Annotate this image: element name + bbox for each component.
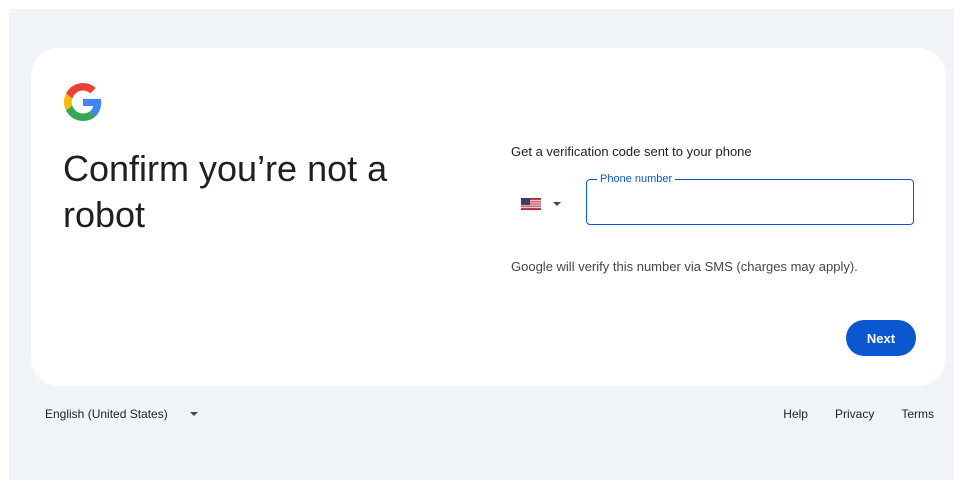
next-button[interactable]: Next bbox=[846, 320, 916, 356]
google-logo-icon bbox=[64, 83, 102, 121]
privacy-link[interactable]: Privacy bbox=[835, 407, 874, 421]
page-background: Confirm you’re not a robot Get a verific… bbox=[9, 9, 954, 480]
language-selector[interactable]: English (United States) bbox=[45, 407, 198, 421]
helper-text: Google will verify this number via SMS (… bbox=[511, 259, 858, 274]
footer-links: Help Privacy Terms bbox=[783, 407, 934, 421]
language-label: English (United States) bbox=[45, 407, 168, 421]
page-title: Confirm you’re not a robot bbox=[63, 148, 388, 235]
phone-number-input[interactable] bbox=[587, 180, 913, 224]
subtitle: Get a verification code sent to your pho… bbox=[511, 144, 752, 159]
phone-number-field[interactable]: Phone number bbox=[586, 172, 914, 225]
help-link[interactable]: Help bbox=[783, 407, 808, 421]
footer: English (United States) Help Privacy Ter… bbox=[9, 404, 954, 428]
signin-card: Confirm you’re not a robot Get a verific… bbox=[31, 48, 946, 386]
chevron-down-icon bbox=[553, 202, 561, 206]
us-flag-icon bbox=[521, 198, 541, 210]
country-selector[interactable] bbox=[521, 192, 577, 216]
chevron-down-icon bbox=[189, 412, 198, 416]
terms-link[interactable]: Terms bbox=[901, 407, 934, 421]
